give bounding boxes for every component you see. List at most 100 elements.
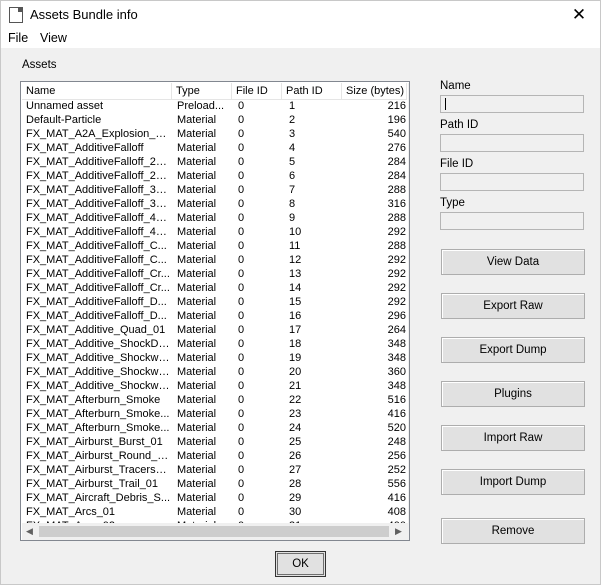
import-raw-button[interactable]: Import Raw — [441, 425, 585, 451]
cell-file-id: 0 — [238, 114, 245, 126]
column-header-type[interactable]: Type — [172, 83, 232, 99]
ok-button[interactable]: OK — [275, 551, 326, 577]
cell-type: Material — [177, 310, 217, 322]
table-row[interactable]: FX_MAT_A2A_Explosion_H... Material 0 3 540 — [22, 127, 408, 141]
export-raw-button[interactable]: Export Raw — [441, 293, 585, 319]
import-dump-button[interactable]: Import Dump — [441, 469, 585, 495]
cell-size: 556 — [387, 478, 406, 490]
table-row[interactable]: FX_MAT_Additive_ShockDo... Material 0 18 348 — [22, 337, 408, 351]
menu-view[interactable]: View — [40, 31, 67, 45]
assets-list[interactable]: Name Type File ID Path ID Size (bytes) U… — [20, 81, 410, 541]
column-header-name[interactable]: Name — [22, 83, 172, 99]
cell-path-id: 2 — [289, 114, 296, 126]
cell-size: 264 — [387, 324, 406, 336]
remove-button[interactable]: Remove — [441, 518, 585, 544]
table-row[interactable]: FX_MAT_Additive_Quad_01 Material 0 17 264 — [22, 323, 408, 337]
table-row[interactable]: FX_MAT_Airburst_Trail_01 Material 0 28 556 — [22, 477, 408, 491]
cell-name: FX_MAT_Arcs_01 — [26, 506, 116, 518]
cell-file-id: 0 — [238, 226, 245, 238]
cell-file-id: 0 — [238, 198, 245, 210]
window-title: Assets Bundle info — [30, 7, 138, 22]
table-row[interactable]: FX_MAT_AdditiveFalloff_D... Material 0 15 29… — [22, 295, 408, 309]
table-row[interactable]: FX_MAT_Additive_Shockwa... Material 0 19 348 — [22, 351, 408, 365]
plugins-button[interactable]: Plugins — [441, 381, 585, 407]
table-row[interactable]: FX_MAT_AdditiveFalloff Material 0 4 276 — [22, 141, 408, 155]
table-row[interactable]: FX_MAT_Afterburn_Smoke Material 0 22 516 — [22, 393, 408, 407]
cell-type: Material — [177, 296, 217, 308]
table-row[interactable]: FX_MAT_Additive_Shockwa... Material 0 20 360 — [22, 365, 408, 379]
cell-path-id: 24 — [289, 422, 302, 434]
cell-type: Material — [177, 492, 217, 504]
cell-size: 296 — [387, 310, 406, 322]
cell-path-id: 19 — [289, 352, 302, 364]
horizontal-scroll-thumb[interactable] — [39, 526, 389, 537]
table-row[interactable]: FX_MAT_Afterburn_Smoke... Material 0 23 416 — [22, 407, 408, 421]
cell-size: 520 — [387, 422, 406, 434]
table-row[interactable]: FX_MAT_Aircraft_Debris_S... Material 0 29 41… — [22, 491, 408, 505]
cell-size: 216 — [387, 100, 406, 112]
table-row[interactable]: FX_MAT_Airburst_Round_F... Material 0 26 256 — [22, 449, 408, 463]
table-row[interactable]: FX_MAT_AdditiveFalloff_D... Material 0 16 29… — [22, 309, 408, 323]
table-row[interactable]: Default-Particle Material 0 2 196 — [22, 113, 408, 127]
menu-file[interactable]: File — [8, 31, 28, 45]
cell-size: 284 — [387, 156, 406, 168]
cell-type: Preload... — [177, 100, 225, 112]
cell-size: 540 — [387, 128, 406, 140]
cell-name: FX_MAT_AdditiveFalloff_4_... — [26, 226, 171, 238]
view-data-button[interactable]: View Data — [441, 249, 585, 275]
table-row[interactable]: FX_MAT_Airburst_Burst_01 Material 0 25 248 — [22, 435, 408, 449]
cell-file-id: 0 — [238, 296, 245, 308]
export-dump-button[interactable]: Export Dump — [441, 337, 585, 363]
cell-path-id: 17 — [289, 324, 302, 336]
cell-type: Material — [177, 324, 217, 336]
cell-name: FX_MAT_AdditiveFalloff_D... — [26, 310, 167, 322]
horizontal-scrollbar[interactable]: ◀ ▶ — [22, 523, 408, 540]
cell-size: 316 — [387, 198, 406, 210]
cell-size: 348 — [387, 338, 406, 350]
vertical-scrollbar[interactable]: ▲ ▼ — [408, 83, 409, 523]
table-row[interactable]: FX_MAT_AdditiveFalloff_2_... Material 0 5 28… — [22, 155, 408, 169]
type-field[interactable] — [440, 212, 584, 230]
cell-file-id: 0 — [238, 142, 245, 154]
file-id-field[interactable] — [440, 173, 584, 191]
cell-path-id: 14 — [289, 282, 302, 294]
cell-path-id: 16 — [289, 310, 302, 322]
close-icon[interactable]: ✕ — [558, 1, 600, 29]
column-header-path-id[interactable]: Path ID — [282, 83, 342, 99]
cell-type: Material — [177, 184, 217, 196]
scroll-left-icon[interactable]: ◀ — [26, 526, 33, 537]
cell-type: Material — [177, 506, 217, 518]
cell-path-id: 20 — [289, 366, 302, 378]
table-row[interactable]: FX_MAT_AdditiveFalloff_4_... Material 0 9 28… — [22, 211, 408, 225]
name-field[interactable] — [440, 95, 584, 113]
table-row[interactable]: FX_MAT_AdditiveFalloff_Cr... Material 0 14 2… — [22, 281, 408, 295]
cell-name: FX_MAT_Airburst_Burst_01 — [26, 436, 163, 448]
cell-size: 288 — [387, 184, 406, 196]
cell-type: Material — [177, 366, 217, 378]
cell-type: Material — [177, 254, 217, 266]
table-row[interactable]: FX_MAT_AdditiveFalloff_3_... Material 0 7 28… — [22, 183, 408, 197]
table-row[interactable]: Unnamed asset Preload... 0 1 216 — [22, 99, 408, 113]
table-row[interactable]: FX_MAT_AdditiveFalloff_4_... Material 0 10 2… — [22, 225, 408, 239]
scroll-right-icon[interactable]: ▶ — [395, 526, 402, 537]
table-row[interactable]: FX_MAT_AdditiveFalloff_3_... Material 0 8 31… — [22, 197, 408, 211]
table-row[interactable]: FX_MAT_Additive_Shockwa... Material 0 21 348 — [22, 379, 408, 393]
table-row[interactable]: FX_MAT_Afterburn_Smoke... Material 0 24 520 — [22, 421, 408, 435]
cell-type: Material — [177, 352, 217, 364]
cell-path-id: 1 — [289, 100, 296, 112]
table-row[interactable]: FX_MAT_Arcs_01 Material 0 30 408 — [22, 505, 408, 519]
cell-name: FX_MAT_Airburst_Trail_01 — [26, 478, 159, 490]
title-bar: Assets Bundle info ✕ — [1, 1, 600, 29]
table-row[interactable]: FX_MAT_Airburst_Tracers_01 Material 0 27 252 — [22, 463, 408, 477]
table-row[interactable]: FX_MAT_AdditiveFalloff_C... Material 0 11 28… — [22, 239, 408, 253]
path-id-field[interactable] — [440, 134, 584, 152]
table-row[interactable]: FX_MAT_AdditiveFalloff_C... Material 0 12 29… — [22, 253, 408, 267]
table-row[interactable]: FX_MAT_AdditiveFalloff_2_... Material 0 6 28… — [22, 169, 408, 183]
scrollbar-corner — [408, 523, 409, 540]
table-row[interactable]: FX_MAT_AdditiveFalloff_Cr... Material 0 13 2… — [22, 267, 408, 281]
cell-name: FX_MAT_AdditiveFalloff_3_... — [26, 184, 171, 196]
column-header-size[interactable]: Size (bytes) — [342, 83, 407, 99]
column-header-file-id[interactable]: File ID — [232, 83, 282, 99]
cell-path-id: 11 — [289, 240, 301, 252]
cell-size: 292 — [387, 254, 406, 266]
